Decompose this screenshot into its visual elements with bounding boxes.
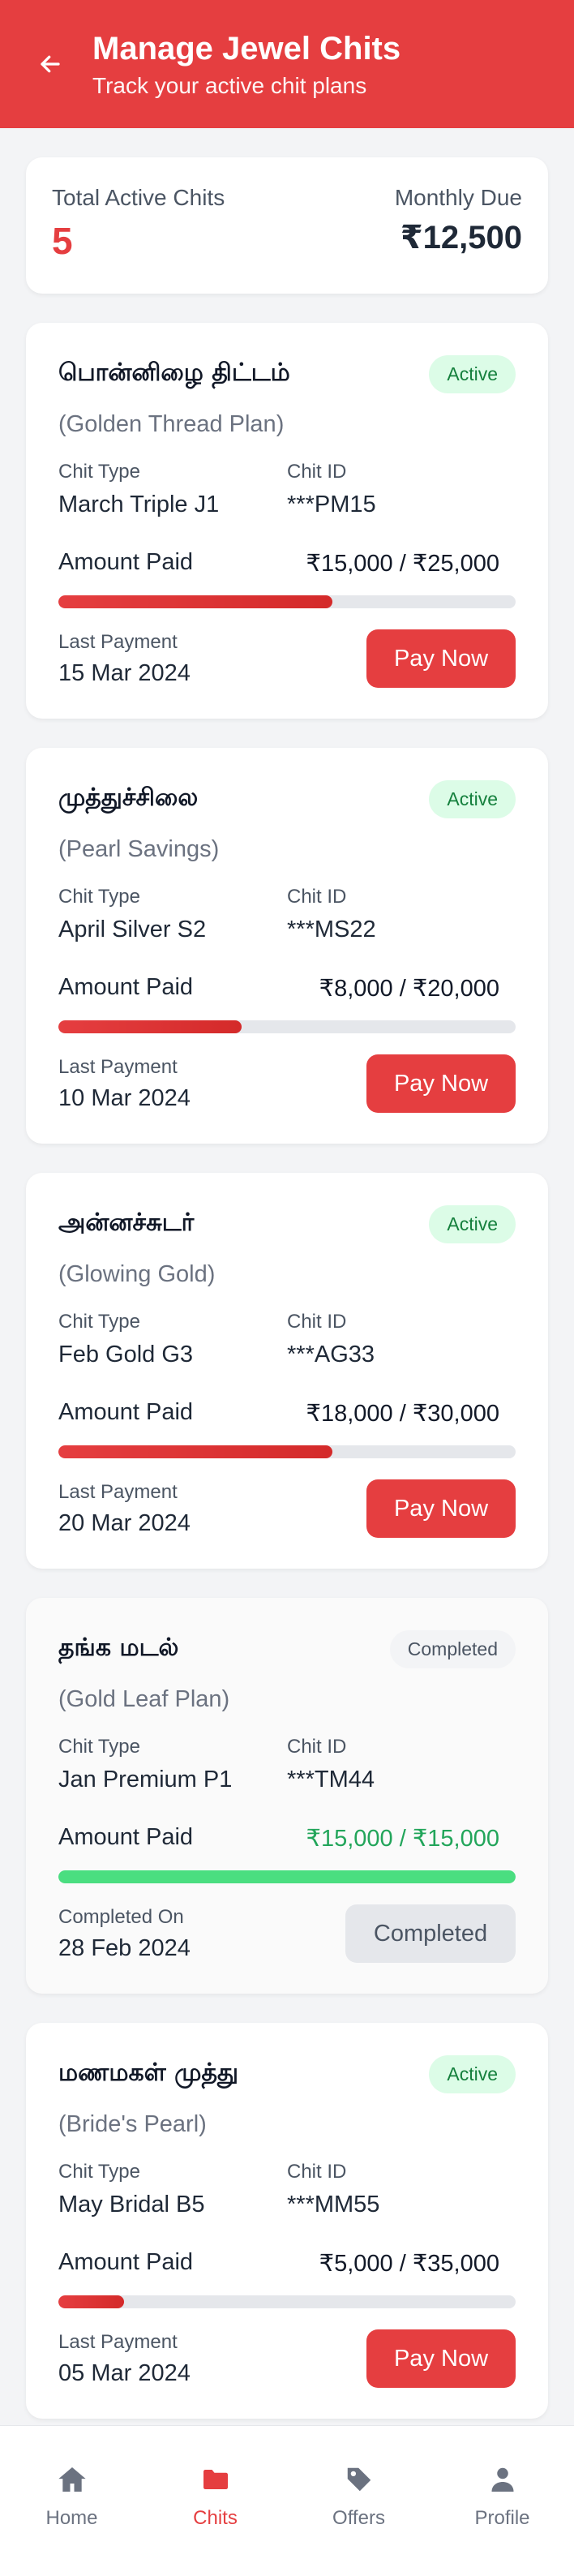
chit-type-label: Chit Type — [58, 1736, 140, 1758]
chit-type-label: Chit Type — [58, 1311, 140, 1333]
chit-id-value: ***MS22 — [287, 917, 376, 942]
payment-date-value: 20 Mar 2024 — [58, 1509, 191, 1536]
payment-progress-fill — [58, 1870, 516, 1883]
page-subtitle: Track your active chit plans — [92, 73, 367, 98]
tag-icon — [347, 2467, 371, 2492]
chit-name: அன்னச்சுடர் — [58, 1209, 195, 1237]
status-badge: Active — [429, 2055, 516, 2093]
payment-progress-bar — [58, 1445, 516, 1458]
payment-date-value: 15 Mar 2024 — [58, 659, 191, 686]
chit-card[interactable]: தங்க மடல் Completed (Gold Leaf Plan) Chi… — [26, 1598, 548, 1994]
chit-english-name: (Pearl Savings) — [58, 836, 220, 862]
payment-progress-bar — [58, 2295, 516, 2308]
chit-type-label: Chit Type — [58, 461, 140, 483]
chit-id-label: Chit ID — [287, 1311, 347, 1333]
status-badge: Active — [429, 780, 516, 818]
chit-card[interactable]: அன்னச்சுடர் Active (Glowing Gold) Chit T… — [26, 1173, 548, 1569]
nav-item-offers[interactable]: Offers — [302, 2462, 416, 2530]
app-header: Manage Jewel Chits Track your active chi… — [0, 0, 574, 128]
status-badge: Active — [429, 1205, 516, 1243]
pay-now-button[interactable]: Pay Now — [366, 1054, 516, 1113]
chit-id-label: Chit ID — [287, 461, 347, 483]
amount-paid-value: ₹15,000 / ₹15,000 — [306, 1826, 499, 1852]
completed-button: Completed — [345, 1904, 516, 1963]
payment-date-label: Last Payment — [58, 1055, 178, 1078]
page-title: Manage Jewel Chits — [92, 31, 401, 67]
chit-name: மணமகள் முத்து — [58, 2059, 239, 2087]
chit-type-value: May Bridal B5 — [58, 2192, 205, 2218]
nav-item-profile[interactable]: Profile — [446, 2462, 559, 2530]
payment-date-value: 28 Feb 2024 — [58, 1934, 191, 1961]
payment-date-value: 05 Mar 2024 — [58, 2359, 191, 2386]
chit-english-name: (Glowing Gold) — [58, 1261, 216, 1287]
status-badge: Active — [429, 355, 516, 393]
chit-id-value: ***TM44 — [287, 1767, 375, 1792]
chit-id-value: ***PM15 — [287, 492, 376, 517]
chit-type-value: March Triple J1 — [58, 492, 220, 517]
nav-label-chits: Chits — [193, 2507, 238, 2529]
payment-progress-fill — [58, 595, 333, 608]
status-badge: Completed — [389, 1630, 516, 1668]
total-chits-label: Total Active Chits — [52, 185, 225, 210]
amount-paid-value: ₹8,000 / ₹20,000 — [319, 976, 499, 1002]
chit-name: தங்க மடல் — [58, 1634, 179, 1662]
chit-id-value: ***AG33 — [287, 1342, 375, 1367]
amount-paid-label: Amount Paid — [58, 974, 194, 1000]
payment-date-label: Last Payment — [58, 2330, 178, 2353]
pay-now-button[interactable]: Pay Now — [366, 1479, 516, 1538]
chit-type-value: April Silver S2 — [58, 917, 207, 942]
chit-english-name: (Bride's Pearl) — [58, 2111, 207, 2137]
amount-paid-value: ₹18,000 / ₹30,000 — [306, 1401, 499, 1427]
pay-now-button[interactable]: Pay Now — [366, 2329, 516, 2388]
nav-item-home[interactable]: Home — [15, 2462, 129, 2530]
total-chits-value: 5 — [52, 220, 73, 262]
chit-type-label: Chit Type — [58, 886, 140, 908]
amount-paid-label: Amount Paid — [58, 2249, 194, 2275]
chit-card[interactable]: முத்துச்சிலை Active (Pearl Savings) Chit… — [26, 748, 548, 1144]
payment-date-label: Completed On — [58, 1905, 184, 1928]
payment-progress-bar — [58, 595, 516, 608]
pay-now-button[interactable]: Pay Now — [366, 629, 516, 688]
back-button[interactable] — [36, 49, 65, 79]
chit-id-label: Chit ID — [287, 886, 347, 908]
payment-progress-bar — [58, 1020, 516, 1033]
monthly-due-value: ₹12,500 — [400, 220, 522, 255]
chit-type-value: Jan Premium P1 — [58, 1767, 233, 1792]
payment-progress-fill — [58, 1445, 333, 1458]
summary-card: Total Active Chits 5 Monthly Due ₹12,500 — [26, 157, 548, 294]
payment-progress-fill — [58, 2295, 124, 2308]
monthly-due-label: Monthly Due — [394, 185, 522, 210]
payment-date-value: 10 Mar 2024 — [58, 1084, 191, 1111]
amount-paid-value: ₹15,000 / ₹25,000 — [306, 551, 499, 577]
nav-item-chits[interactable]: Chits — [159, 2462, 272, 2530]
bottom-navigation: Home Chits Offers Profile — [0, 2425, 574, 2576]
chit-english-name: (Golden Thread Plan) — [58, 411, 285, 437]
chit-id-label: Chit ID — [287, 2161, 347, 2183]
nav-label-offers: Offers — [332, 2507, 385, 2529]
payment-progress-fill — [58, 1020, 242, 1033]
nav-label-home: Home — [45, 2507, 98, 2529]
chit-name: முத்துச்சிலை — [58, 784, 199, 812]
payment-progress-bar — [58, 1870, 516, 1883]
chit-card[interactable]: பொன்னிழை திட்டம் Active (Golden Thread P… — [26, 323, 548, 719]
nav-label-profile: Profile — [474, 2507, 530, 2529]
home-icon — [58, 2467, 86, 2492]
chit-id-value: ***MM55 — [287, 2192, 380, 2218]
user-icon — [491, 2467, 513, 2492]
chit-card[interactable]: மணமகள் முத்து Active (Bride's Pearl) Chi… — [26, 2023, 548, 2419]
amount-paid-label: Amount Paid — [58, 549, 194, 575]
payment-date-label: Last Payment — [58, 1480, 178, 1503]
chit-type-label: Chit Type — [58, 2161, 140, 2183]
amount-paid-label: Amount Paid — [58, 1824, 194, 1850]
chit-english-name: (Gold Leaf Plan) — [58, 1686, 230, 1712]
amount-paid-value: ₹5,000 / ₹35,000 — [319, 2251, 499, 2277]
chit-id-label: Chit ID — [287, 1736, 347, 1758]
folder-icon — [203, 2470, 228, 2489]
arrow-left-icon — [41, 55, 60, 73]
chit-type-value: Feb Gold G3 — [58, 1342, 194, 1367]
chit-name: பொன்னிழை திட்டம் — [58, 358, 290, 387]
amount-paid-label: Amount Paid — [58, 1399, 194, 1425]
payment-date-label: Last Payment — [58, 630, 178, 653]
